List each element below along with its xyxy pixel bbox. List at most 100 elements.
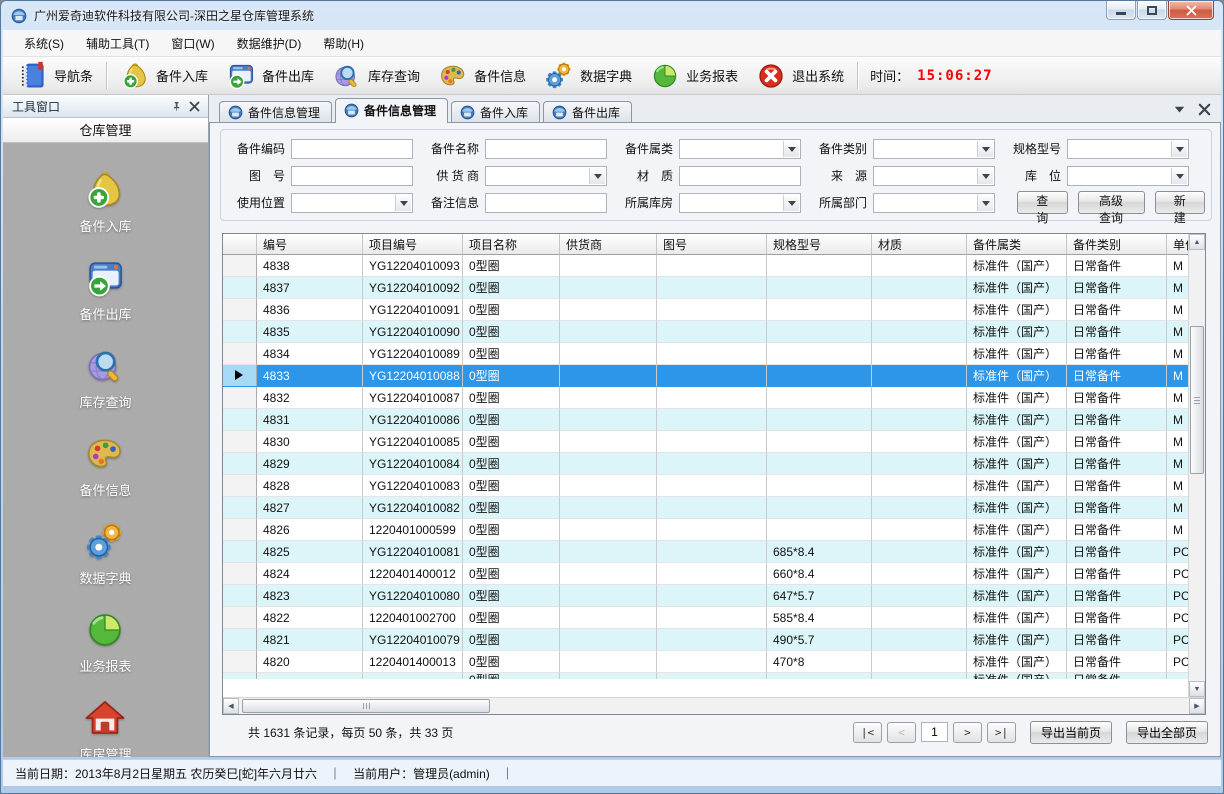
table-cell[interactable]: 日常备件 (1067, 585, 1167, 607)
table-cell[interactable]: 4833 (257, 365, 363, 387)
table-cell[interactable]: M (1167, 475, 1188, 497)
table-cell[interactable]: 标准件（国产） (967, 497, 1067, 519)
table-cell[interactable] (872, 563, 967, 585)
table-cell[interactable] (872, 409, 967, 431)
table-cell[interactable]: 490*5.7 (767, 629, 872, 651)
table-cell[interactable]: YG12204010080 (363, 585, 463, 607)
table-cell[interactable] (560, 563, 657, 585)
search-input-remark[interactable] (485, 193, 607, 213)
table-cell[interactable]: 标准件（国产） (967, 629, 1067, 651)
table-cell[interactable] (872, 321, 967, 343)
sidebar-close-button[interactable] (185, 98, 203, 115)
table-cell[interactable]: 585*8.4 (767, 607, 872, 629)
scroll-left-arrow-icon[interactable]: ◀ (223, 698, 239, 714)
table-cell[interactable] (560, 387, 657, 409)
table-cell[interactable]: 日常备件 (1067, 365, 1167, 387)
table-cell[interactable]: 标准件（国产） (967, 321, 1067, 343)
table-cell[interactable]: 日常备件 (1067, 497, 1167, 519)
table-cell[interactable] (767, 321, 872, 343)
table-cell[interactable] (560, 607, 657, 629)
table-cell[interactable] (560, 453, 657, 475)
tab-2[interactable]: 备件信息管理 (335, 98, 448, 123)
scroll-up-arrow-icon[interactable]: ▲ (1189, 234, 1205, 250)
table-cell[interactable] (872, 475, 967, 497)
column-header-3[interactable]: 项目名称 (463, 234, 560, 255)
table-cell[interactable] (657, 255, 767, 277)
table-cell[interactable]: 标准件（国产） (967, 519, 1067, 541)
table-cell[interactable] (560, 431, 657, 453)
table-cell[interactable]: 日常备件 (1067, 387, 1167, 409)
table-cell[interactable] (657, 585, 767, 607)
table-cell[interactable]: YG12204010083 (363, 475, 463, 497)
table-cell[interactable]: 0型圈 (463, 255, 560, 277)
table-cell[interactable]: 标准件（国产） (967, 585, 1067, 607)
table-cell[interactable]: 0型圈 (463, 651, 560, 673)
search-select-supplier[interactable] (485, 166, 607, 186)
sidebar-item-parts-out[interactable]: 备件出库 (79, 257, 131, 323)
table-cell[interactable]: 日常备件 (1067, 629, 1167, 651)
table-cell[interactable]: PC (1167, 629, 1188, 651)
row-selector-header[interactable] (223, 234, 257, 255)
table-cell[interactable]: 0型圈 (463, 299, 560, 321)
horizontal-scroll-thumb[interactable] (242, 699, 490, 713)
table-cell[interactable] (560, 497, 657, 519)
table-cell[interactable] (657, 497, 767, 519)
table-cell[interactable]: 1220401400012 (363, 563, 463, 585)
table-row[interactable]: 4836YG122040100910型圈标准件（国产）日常备件M (223, 299, 1188, 321)
table-cell[interactable]: PC (1167, 651, 1188, 673)
sidebar-item-parts-info[interactable]: 备件信息 (79, 433, 131, 499)
column-header-9[interactable]: 备件类别 (1067, 234, 1167, 255)
row-selector-cell[interactable] (223, 607, 257, 629)
table-cell[interactable] (872, 277, 967, 299)
table-cell[interactable]: M (1167, 387, 1188, 409)
row-selector-cell[interactable] (223, 321, 257, 343)
vertical-scroll-thumb[interactable] (1190, 326, 1204, 474)
table-row[interactable]: 482612204010005990型圈标准件（国产）日常备件M (223, 519, 1188, 541)
table-cell[interactable]: 标准件（国产） (967, 365, 1067, 387)
table-cell[interactable]: 标准件（国产） (967, 299, 1067, 321)
table-row[interactable]: 4823YG122040100800型圈647*5.7标准件（国产）日常备件PC (223, 585, 1188, 607)
table-cell[interactable] (872, 497, 967, 519)
table-cell[interactable] (560, 541, 657, 563)
table-cell[interactable]: 647*5.7 (767, 585, 872, 607)
tab-3[interactable]: 备件入库 (451, 101, 540, 122)
search-select-spec-model[interactable] (1067, 139, 1189, 159)
table-cell[interactable]: 1220401000599 (363, 519, 463, 541)
sidebar-item-data-dict[interactable]: 数据字典 (79, 521, 131, 587)
table-cell[interactable] (560, 255, 657, 277)
table-cell[interactable]: 685*8.4 (767, 541, 872, 563)
table-cell[interactable] (767, 497, 872, 519)
table-cell[interactable]: 4822 (257, 607, 363, 629)
table-cell[interactable] (657, 431, 767, 453)
table-cell[interactable] (657, 365, 767, 387)
row-selector-cell[interactable] (223, 299, 257, 321)
table-cell[interactable] (560, 409, 657, 431)
toolbar-button-parts-info[interactable]: 备件信息 (429, 58, 535, 94)
table-cell[interactable]: M (1167, 519, 1188, 541)
table-cell[interactable] (657, 387, 767, 409)
table-cell[interactable]: 4835 (257, 321, 363, 343)
row-selector-cell[interactable] (223, 409, 257, 431)
row-selector-cell[interactable] (223, 431, 257, 453)
table-cell[interactable]: 0型圈 (463, 607, 560, 629)
table-cell[interactable] (657, 607, 767, 629)
table-cell[interactable] (767, 365, 872, 387)
row-selector-cell[interactable] (223, 563, 257, 585)
search-input-part-name[interactable] (485, 139, 607, 159)
table-cell[interactable] (872, 629, 967, 651)
table-cell[interactable]: YG12204010089 (363, 343, 463, 365)
column-header-1[interactable]: 编号 (257, 234, 363, 255)
table-cell[interactable] (872, 299, 967, 321)
column-header-7[interactable]: 材质 (872, 234, 967, 255)
maximize-button[interactable] (1137, 1, 1167, 20)
table-cell[interactable]: 660*8.4 (767, 563, 872, 585)
table-cell[interactable]: 0型圈 (463, 387, 560, 409)
table-row[interactable]: 482212204010027000型圈585*8.4标准件（国产）日常备件PC (223, 607, 1188, 629)
table-row[interactable]: 4825YG122040100810型圈685*8.4标准件（国产）日常备件PC (223, 541, 1188, 563)
table-cell[interactable]: 日常备件 (1067, 519, 1167, 541)
scroll-right-arrow-icon[interactable]: ▶ (1189, 698, 1205, 714)
table-row[interactable]: 4821YG122040100790型圈490*5.7标准件（国产）日常备件PC (223, 629, 1188, 651)
table-cell[interactable]: PC (1167, 541, 1188, 563)
export-all-pages-button[interactable]: 导出全部页 (1126, 721, 1208, 744)
current-page-input[interactable] (921, 722, 948, 742)
